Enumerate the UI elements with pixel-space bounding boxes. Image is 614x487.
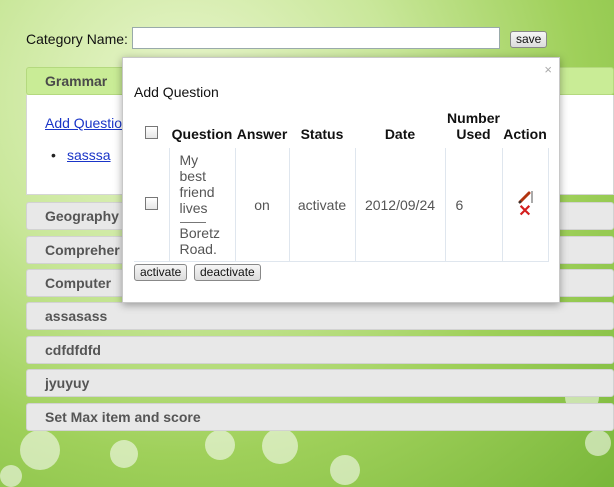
status-cell: activate: [289, 148, 356, 262]
category-name-label: Category Name:: [26, 31, 128, 47]
bokeh-light: [205, 430, 235, 460]
bokeh-light: [262, 428, 298, 464]
add-question-link[interactable]: Add Questio: [45, 115, 122, 131]
column-header-status: Status: [300, 126, 344, 142]
number-used-cell: 6: [445, 148, 503, 262]
bokeh-light: [0, 465, 22, 487]
activate-button[interactable]: activate: [134, 264, 188, 281]
select-all-checkbox[interactable]: [145, 126, 158, 139]
category-name-input[interactable]: [132, 27, 500, 49]
bokeh-light: [20, 430, 60, 470]
action-cell: ✕: [502, 148, 549, 262]
edit-icon[interactable]: [516, 190, 534, 204]
column-header-number-used: Number Used: [447, 110, 500, 142]
close-icon[interactable]: ×: [544, 62, 552, 77]
accordion-header-set-max[interactable]: Set Max item and score: [26, 403, 614, 431]
select-all-cell: [134, 110, 169, 148]
accordion-header-jyuyuy[interactable]: jyuyuy: [26, 369, 614, 397]
bokeh-light: [585, 430, 611, 456]
column-header-question: Question: [171, 126, 233, 142]
accordion-header-assasass[interactable]: assasass: [26, 302, 614, 330]
column-header-answer: Answer: [236, 126, 288, 142]
row-checkbox[interactable]: [144, 196, 158, 210]
question-cell: My best friend lives Boretz Road.: [169, 148, 236, 262]
accordion-header-cdfdfdfd[interactable]: cdfdfdfd: [26, 336, 614, 364]
modal-title: Add Question: [134, 84, 219, 100]
bokeh-light: [110, 440, 138, 468]
question-separator: [179, 222, 206, 223]
question-list-item[interactable]: sasssa: [51, 147, 110, 163]
date-cell: 2012/09/24: [355, 148, 446, 262]
answer-cell: on: [235, 148, 290, 262]
delete-icon[interactable]: ✕: [504, 204, 547, 220]
add-question-modal: × Add Question Question Answer Status Da…: [122, 57, 560, 303]
question-text-line2: Boretz Road.: [179, 225, 220, 257]
column-header-action: Action: [503, 126, 547, 142]
deactivate-button[interactable]: deactivate: [194, 264, 261, 281]
table-row: My best friend lives Boretz Road. on act…: [134, 148, 549, 262]
row-select-cell: [134, 148, 170, 262]
category-form: Category Name: save: [26, 27, 556, 51]
save-button[interactable]: save: [510, 31, 548, 48]
column-header-date: Date: [384, 126, 416, 142]
bokeh-light: [330, 455, 360, 485]
question-text-line1: My best friend lives: [179, 152, 215, 216]
question-table: Question Answer Status Date Number Used …: [134, 110, 549, 262]
